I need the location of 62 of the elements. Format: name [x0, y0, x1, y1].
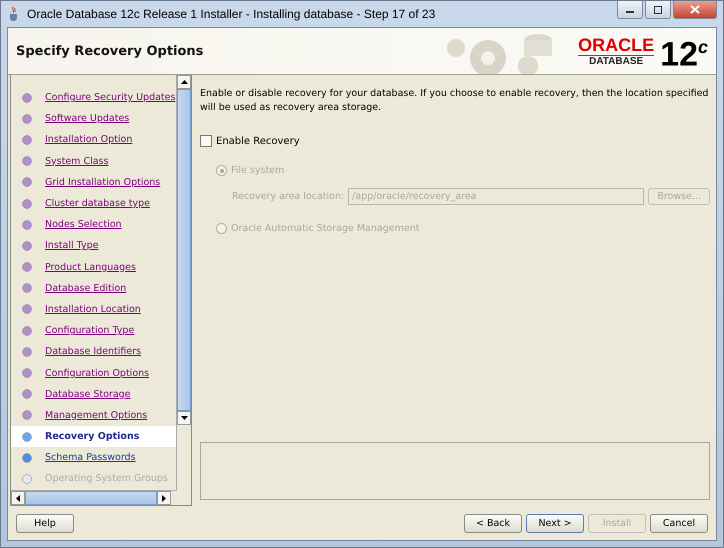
step-dot-icon — [21, 240, 33, 252]
step-item[interactable]: Installation Option — [11, 129, 176, 151]
dialog-button[interactable]: < Back — [464, 514, 522, 532]
step-item[interactable]: Nodes Selection — [11, 214, 176, 236]
dialog-button[interactable]: Next > — [526, 514, 584, 532]
step-dot-icon — [21, 155, 33, 168]
enable-recovery-checkbox[interactable]: Enable Recovery — [200, 135, 300, 147]
step-dot-icon — [21, 452, 33, 464]
step-dot-icon — [21, 303, 33, 316]
dialog-button[interactable]: Cancel — [650, 514, 708, 532]
close-button[interactable] — [673, 1, 717, 19]
step-item[interactable]: Database Storage — [11, 384, 176, 405]
step-dot-icon — [21, 261, 33, 274]
scroll-down-icon — [180, 416, 188, 420]
step-item[interactable]: Grid Installation Options — [11, 172, 176, 193]
location-label: Recovery area location: — [232, 191, 344, 202]
option-label: Oracle Automatic Storage Management — [231, 223, 420, 234]
step-dot-icon — [21, 388, 33, 400]
step-dot-icon — [21, 112, 33, 125]
step-item[interactable]: Recovery Options — [11, 426, 176, 448]
step-item[interactable]: Configuration Type — [11, 320, 176, 342]
step-item[interactable]: Management Options — [11, 404, 176, 426]
step-item[interactable]: Database Identifiers — [11, 341, 176, 362]
maximize-icon — [653, 6, 663, 14]
logo-version: 12$^{c}$ — [660, 34, 708, 73]
step-dot-icon — [21, 409, 33, 422]
page-title: Specify Recovery Options — [16, 44, 204, 58]
maximize-button[interactable] — [645, 1, 671, 19]
step-dot-icon — [21, 198, 33, 210]
step-item[interactable]: Database Edition — [11, 278, 176, 299]
step-item[interactable]: Product Languages — [11, 256, 176, 278]
logo-product: DATABASE — [589, 56, 644, 67]
step-item[interactable]: Software Updates — [11, 108, 176, 130]
step-dot-icon — [21, 367, 33, 380]
scroll-right-icon — [162, 494, 166, 502]
scroll-left-icon — [16, 494, 20, 502]
close-icon — [690, 5, 700, 14]
step-item[interactable]: System Class — [11, 150, 176, 172]
step-dot-icon — [21, 134, 33, 146]
description-text: Enable or disable recovery for your database. If you choose to enable recovery, then the location specified will be used as recovery area storage. — [200, 87, 710, 115]
step-dot-icon — [21, 324, 33, 337]
step-dot-icon — [21, 346, 33, 358]
step-dot-icon — [21, 176, 33, 188]
minimize-button[interactable] — [617, 1, 643, 19]
step-dot-icon — [21, 282, 33, 294]
step-dot-icon — [21, 472, 33, 485]
step-item[interactable]: Configure Security Updates — [11, 87, 176, 108]
window-title: Oracle Database 12c Release 1 Installer - Installing database - Step 17 of 23 — [27, 7, 436, 21]
horizontal-scrollbar[interactable] — [11, 490, 177, 505]
step-item[interactable]: Configuration Options — [11, 362, 176, 384]
step-item[interactable]: Cluster database type — [11, 192, 176, 214]
scroll-up-icon — [180, 80, 188, 84]
dialog-button[interactable]: Help — [16, 514, 74, 532]
step-dot-icon — [21, 218, 33, 231]
step-item[interactable]: Installation Location — [11, 298, 176, 320]
step-item[interactable]: Install Type — [11, 235, 176, 256]
step-dot-icon — [21, 430, 33, 443]
logo-brand: ORACLE — [578, 34, 654, 56]
step-dot-icon — [21, 92, 33, 104]
vertical-scrollbar[interactable] — [176, 75, 191, 490]
option-label: File system — [231, 165, 284, 176]
step-item[interactable]: Schema Passwords — [11, 447, 176, 468]
